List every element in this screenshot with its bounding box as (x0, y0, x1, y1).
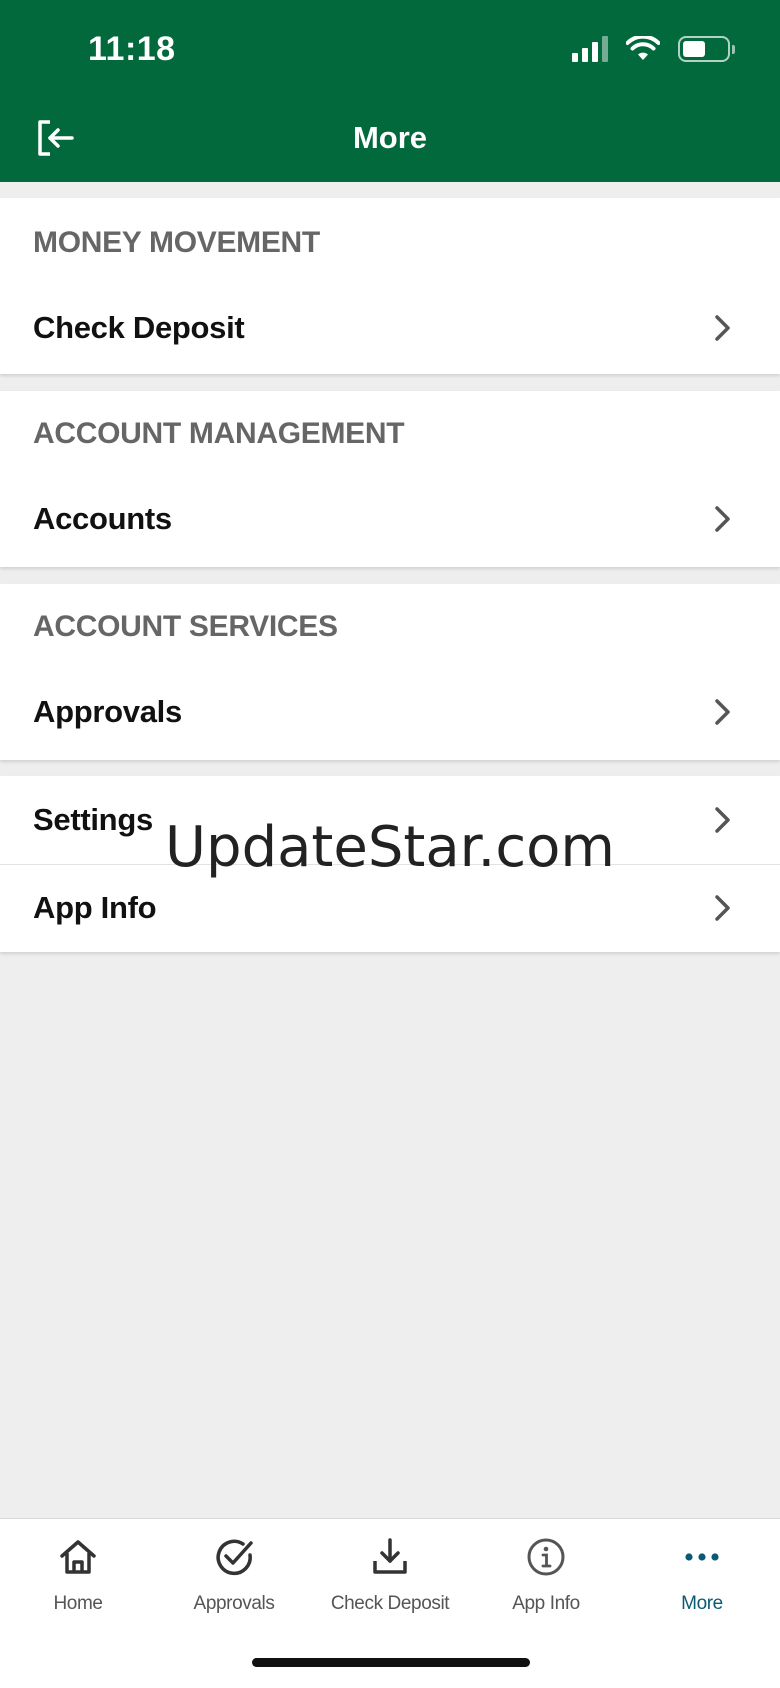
cellular-signal-icon (572, 36, 608, 62)
tab-more[interactable]: More (624, 1535, 780, 1615)
wifi-icon (626, 36, 660, 60)
page-title: More (352, 120, 428, 155)
section-account-management: ACCOUNT MANAGEMENT Accounts (0, 391, 780, 567)
section-title: MONEY MOVEMENT (33, 226, 320, 259)
home-indicator[interactable] (252, 1658, 530, 1667)
app-header: 11:18 More (0, 0, 780, 182)
status-time: 11:18 (88, 30, 176, 68)
chevron-right-icon (715, 895, 730, 921)
menu-item-accounts[interactable]: Accounts (0, 475, 780, 563)
menu-item-label: Accounts (33, 501, 172, 536)
menu-item-label: Check Deposit (33, 310, 245, 345)
section-title: ACCOUNT MANAGEMENT (33, 417, 405, 450)
watermark-text: UpdateStar.com (165, 815, 615, 880)
info-circle-icon (527, 1538, 565, 1576)
home-icon (60, 1540, 96, 1574)
tab-label: Home (53, 1593, 103, 1614)
tab-check-deposit[interactable]: Check Deposit (312, 1535, 468, 1615)
tab-approvals[interactable]: Approvals (156, 1535, 312, 1615)
menu-item-label: App Info (33, 890, 157, 925)
status-icons (572, 36, 735, 62)
download-tray-icon (373, 1538, 407, 1574)
tab-app-info[interactable]: App Info (468, 1535, 624, 1615)
more-dots-icon (685, 1553, 719, 1561)
tab-label: More (681, 1593, 723, 1614)
chevron-right-icon (715, 506, 730, 532)
section-money-movement: MONEY MOVEMENT Check Deposit (0, 198, 780, 374)
check-circle-icon (216, 1539, 253, 1576)
menu-item-label: Approvals (33, 694, 182, 729)
chevron-right-icon (715, 315, 730, 341)
tab-label: Approvals (193, 1593, 275, 1614)
tab-home[interactable]: Home (0, 1535, 156, 1615)
menu-item-check-deposit[interactable]: Check Deposit (0, 284, 780, 372)
section-title: ACCOUNT SERVICES (33, 610, 338, 643)
tab-label: App Info (512, 1593, 580, 1614)
menu-item-approvals[interactable]: Approvals (0, 668, 780, 756)
chevron-right-icon (715, 699, 730, 725)
battery-icon (678, 36, 735, 62)
section-account-services: ACCOUNT SERVICES Approvals (0, 584, 780, 760)
tab-label: Check Deposit (330, 1593, 450, 1614)
